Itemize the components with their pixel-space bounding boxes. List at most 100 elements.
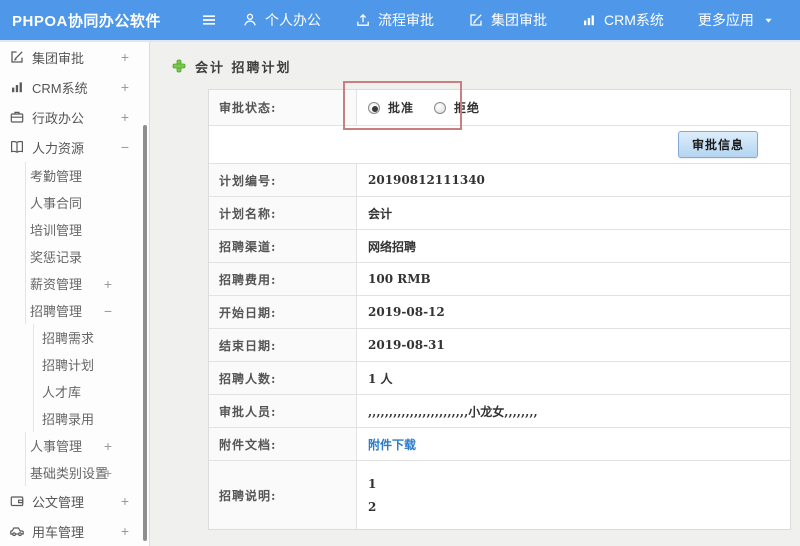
topbar-nav: 个人办公 流程审批 集团审批 CRM系统 更多应用: [242, 10, 774, 30]
sidebar-item-label: 招聘管理: [30, 304, 83, 319]
page-title: 会计 招聘计划: [195, 60, 292, 76]
expand-plus-icon[interactable]: +: [104, 438, 112, 454]
add-plus-icon[interactable]: [172, 59, 186, 73]
sidebar-item-label: 培训管理: [30, 223, 83, 238]
edit-icon: [468, 12, 484, 28]
sidebar-scrollbar-thumb[interactable]: [143, 125, 147, 541]
nav-item-more-apps[interactable]: 更多应用: [698, 10, 774, 30]
sidebar-item-group-approval[interactable]: 集团审批 +: [0, 42, 149, 72]
hamburger-menu-icon[interactable]: [192, 12, 226, 28]
sidebar-item-document-management[interactable]: 公文管理 +: [0, 486, 149, 516]
sidebar-item-vehicle-management[interactable]: 用车管理 +: [0, 516, 149, 546]
table-row-approvers: 审批人员: ,,,,,,,,,,,,,,,,,,,,,,,,小龙女,,,,,,,,: [209, 395, 790, 428]
expand-plus-icon[interactable]: +: [121, 79, 129, 95]
sidebar-item-salary-management[interactable]: 薪资管理 +: [25, 270, 149, 297]
sidebar-item-recruitment-plan[interactable]: 招聘计划: [33, 351, 149, 378]
expand-plus-icon[interactable]: +: [121, 109, 129, 125]
plan-number-label: 计划编号:: [209, 164, 357, 196]
table-row-attachment-document: 附件文档: 附件下载: [209, 428, 790, 461]
recruitment-plan-detail-table: 审批状态: 批准 拒绝 审批信息 计划编号: 20190812111340 计划名称…: [208, 89, 791, 530]
recruitment-description-label: 招聘说明:: [209, 461, 357, 529]
recruitment-headcount-label: 招聘人数:: [209, 362, 357, 394]
sidebar-item-label: 人力资源: [32, 140, 85, 156]
nav-item-label: 更多应用: [697, 12, 754, 28]
reject-radio-label: 拒绝: [454, 101, 481, 115]
table-row-recruitment-cost: 招聘费用: 100 RMB: [209, 263, 790, 296]
table-row-recruitment-headcount: 招聘人数: 1 人: [209, 362, 790, 395]
approval-status-row: 审批状态: 批准 拒绝: [209, 90, 790, 126]
sidebar-item-label: 人才库: [42, 385, 82, 400]
approve-radio[interactable]: [368, 101, 380, 114]
briefcase-icon: [9, 109, 25, 125]
nav-item-personal-office[interactable]: 个人办公: [242, 10, 321, 30]
approve-radio-label: 批准: [388, 101, 415, 115]
end-date-value: 2019-08-31: [368, 338, 445, 352]
sidebar-item-label: 用车管理: [32, 524, 85, 540]
sidebar-item-label: 招聘需求: [42, 331, 95, 346]
user-icon: [242, 12, 258, 28]
nav-item-label: 流程审批: [378, 12, 434, 28]
recruitment-channel-value: 网络招聘: [368, 239, 417, 254]
approvers-value: ,,,,,,,,,,,,,,,,,,,,,,,,小龙女,,,,,,,,: [368, 404, 538, 419]
start-date-label: 开始日期:: [209, 296, 357, 328]
sidebar-item-label: 行政办公: [32, 110, 85, 126]
sidebar-item-talent-pool[interactable]: 人才库: [33, 378, 149, 405]
wallet-icon: [9, 493, 25, 509]
sidebar-item-personnel-management[interactable]: 人事管理 +: [25, 432, 149, 459]
sidebar-item-label: 招聘计划: [42, 358, 95, 373]
plan-name-value: 会计: [368, 206, 393, 221]
nav-item-process-approval[interactable]: 流程审批: [355, 10, 434, 30]
collapse-minus-icon[interactable]: −: [121, 139, 129, 155]
table-row-end-date: 结束日期: 2019-08-31: [209, 329, 790, 362]
sidebar-item-label: 奖惩记录: [30, 250, 83, 265]
expand-plus-icon[interactable]: +: [121, 49, 129, 65]
end-date-label: 结束日期:: [209, 329, 357, 361]
table-row-plan-number: 计划编号: 20190812111340: [209, 164, 790, 197]
sidebar-item-attendance-management[interactable]: 考勤管理: [25, 162, 149, 189]
expand-plus-icon[interactable]: +: [121, 523, 129, 539]
sidebar-item-personnel-contract[interactable]: 人事合同: [25, 189, 149, 216]
sidebar-item-label: 基础类别设置: [30, 466, 109, 481]
approval-info-button[interactable]: 审批信息: [677, 131, 758, 158]
sidebar-item-label: CRM系统: [32, 80, 88, 96]
sidebar-item-recruitment-needs[interactable]: 招聘需求: [33, 324, 149, 351]
sidebar-item-admin-office[interactable]: 行政办公 +: [0, 102, 149, 132]
sidebar-item-basic-category-settings[interactable]: 基础类别设置 +: [25, 459, 149, 486]
reject-radio[interactable]: [434, 101, 447, 114]
sidebar-item-recruitment-management[interactable]: 招聘管理 −: [25, 297, 149, 324]
nav-item-label: 集团审批: [491, 12, 547, 28]
nav-item-label: 个人办公: [265, 12, 321, 28]
sidebar-item-recruitment-hiring[interactable]: 招聘录用: [33, 405, 149, 432]
nav-item-label: CRM系统: [604, 12, 664, 28]
breadcrumb: 会计 招聘计划: [172, 56, 800, 76]
sidebar-item-reward-punishment-records[interactable]: 奖惩记录: [25, 243, 149, 270]
approval-status-label: 审批状态:: [209, 90, 357, 125]
approval-status-radio-group: 批准 拒绝: [368, 99, 492, 116]
nav-item-crm-system[interactable]: CRM系统: [581, 10, 664, 30]
start-date-value: 2019-08-12: [368, 305, 445, 319]
caret-down-icon: [763, 15, 774, 26]
expand-plus-icon[interactable]: +: [104, 465, 112, 481]
main-content: 会计 招聘计划 审批状态: 批准 拒绝 审批信息 计划编号: 2019081211…: [150, 42, 800, 546]
sidebar-item-human-resources[interactable]: 人力资源 −: [0, 132, 149, 162]
sidebar-item-label: 人事管理: [30, 439, 83, 454]
nav-item-group-approval[interactable]: 集团审批: [468, 10, 547, 30]
recruitment-headcount-value: 1 人: [368, 371, 393, 386]
expand-plus-icon[interactable]: +: [104, 276, 112, 292]
table-row-start-date: 开始日期: 2019-08-12: [209, 296, 790, 329]
attachment-document-link[interactable]: 附件下载: [368, 436, 416, 453]
topbar: PHPOA协同办公软件 个人办公 流程审批 集团审批 CRM系统 更多应用: [0, 0, 800, 42]
collapse-minus-icon[interactable]: −: [104, 303, 112, 319]
table-row-plan-name: 计划名称: 会计: [209, 197, 790, 230]
recruitment-description-value-line: 1: [368, 476, 377, 491]
edit-icon: [9, 49, 25, 65]
sidebar-item-label: 集团审批: [32, 50, 85, 66]
sidebar-item-crm-system[interactable]: CRM系统 +: [0, 72, 149, 102]
app-title: PHPOA协同办公软件: [12, 12, 161, 30]
sidebar-item-training-management[interactable]: 培训管理: [25, 216, 149, 243]
sidebar-item-label: 薪资管理: [30, 277, 83, 292]
expand-plus-icon[interactable]: +: [121, 493, 129, 509]
plan-name-label: 计划名称:: [209, 197, 357, 229]
approval-info-row: 审批信息: [209, 126, 790, 164]
book-icon: [9, 139, 25, 155]
